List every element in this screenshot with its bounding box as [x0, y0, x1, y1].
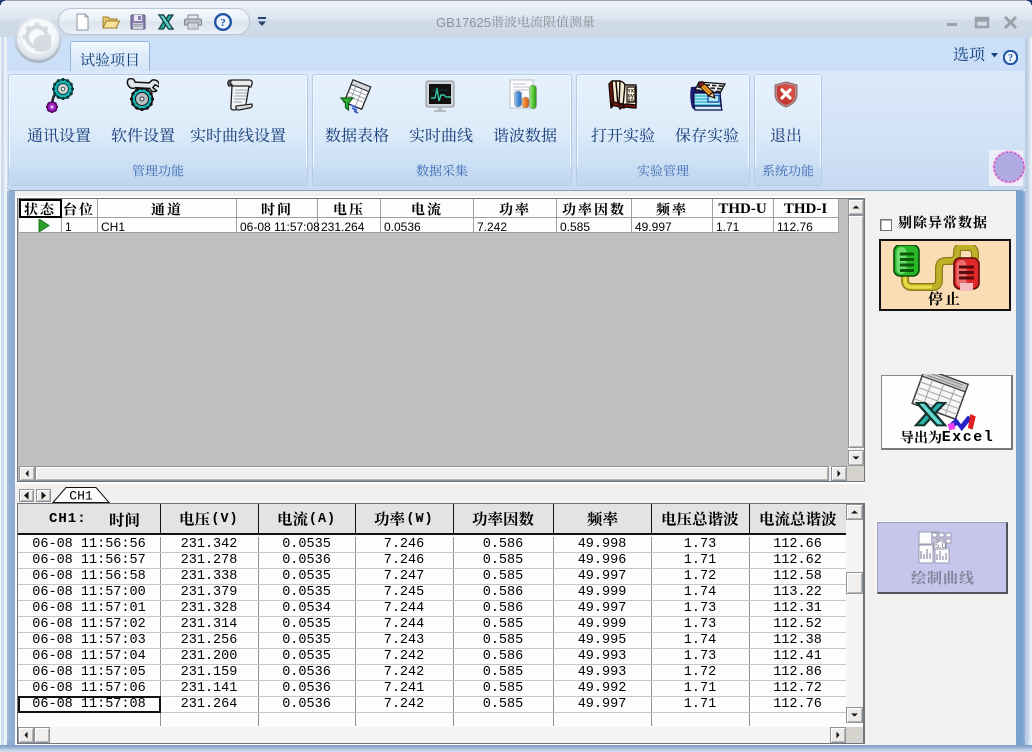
svg-text:CH1: CH1 [69, 489, 93, 504]
svg-text:5.0: 5.0 [935, 541, 947, 550]
svg-text:?: ? [220, 17, 226, 29]
svg-text:X55: X55 [628, 98, 638, 104]
svg-text:?: ? [1008, 53, 1013, 64]
